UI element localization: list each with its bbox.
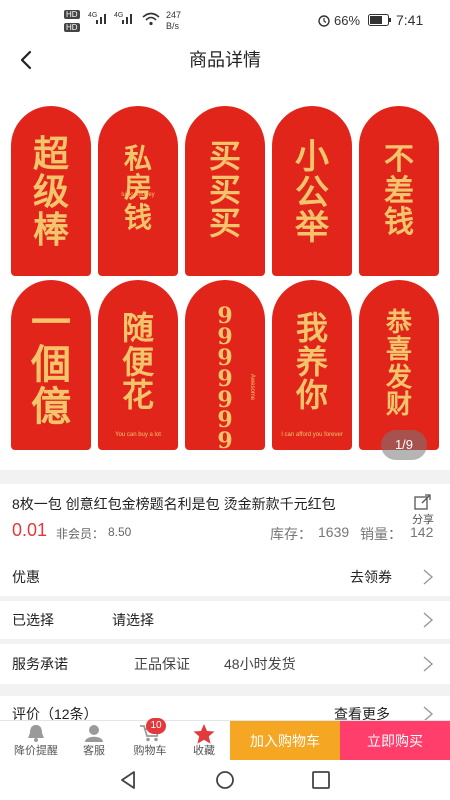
bell-icon <box>28 725 44 742</box>
sales-value: 142 <box>410 524 434 540</box>
customer-service-icon <box>85 725 103 742</box>
nav-bar: 商品详情 <box>0 40 450 80</box>
price-alert-tab[interactable]: 降价提醒 <box>8 721 64 761</box>
envelope-text: 私房钱 <box>123 142 152 234</box>
net-speed-value: 247 <box>166 10 182 20</box>
signal-icon-1 <box>96 14 106 24</box>
envelope-subtext: You can buy a lot <box>115 432 161 438</box>
battery-percent: 66% <box>334 13 361 28</box>
cart-tab[interactable]: 10 购物车 <box>124 718 176 761</box>
buy-now-button[interactable]: 立即购买 <box>340 721 450 761</box>
price: 0.01 <box>12 520 48 540</box>
battery-icon <box>368 14 391 26</box>
add-to-cart-label: 加入购物车 <box>250 733 320 749</box>
cart-label: 购物车 <box>133 745 167 757</box>
service-label: 服务承诺 <box>12 656 68 672</box>
price-alert-label: 降价提醒 <box>14 745 58 757</box>
coupon-link[interactable]: 去领券 <box>350 558 392 596</box>
selection-row[interactable]: 已选择 请选择 <box>0 601 450 639</box>
envelope-text: 随便花 <box>121 309 154 415</box>
signal-icon-2 <box>122 14 132 24</box>
net-speed-unit: B/s <box>166 21 180 31</box>
discount-row[interactable]: 优惠 去领券 <box>0 558 450 596</box>
envelope-text: 小公举 <box>295 137 329 249</box>
product-image-gallery[interactable]: 超级棒 私房钱 lucky money 买买买 小公举 不差钱 一個億 随便花 … <box>0 80 450 470</box>
service-item-genuine: 正品保证 <box>134 656 190 672</box>
envelope-text: 不差钱 <box>384 142 414 240</box>
selected-label: 已选择 <box>12 612 54 628</box>
system-home-icon[interactable] <box>215 770 235 790</box>
envelope-image: 我养你 I can afford you forever <box>272 280 352 450</box>
add-to-cart-button[interactable]: 加入购物车 <box>230 721 340 761</box>
service-item-shipping: 48小时发货 <box>224 656 296 672</box>
envelope-image: 随便花 You can buy a lot <box>98 280 178 450</box>
envelope-image: 私房钱 lucky money <box>98 106 178 276</box>
alarm-icon <box>318 15 330 27</box>
envelope-image: 一個億 <box>11 280 91 450</box>
favorite-tab[interactable]: 收藏 <box>182 721 226 761</box>
buy-now-label: 立即购买 <box>367 733 423 749</box>
chevron-right-icon <box>423 656 434 672</box>
system-navigation-bar <box>0 760 450 800</box>
envelope-image: 9999999 Awesome <box>185 280 265 450</box>
system-back-icon[interactable] <box>118 770 138 790</box>
envelope-image: 恭喜发财 <box>359 280 439 450</box>
member-price-label: 非会员： <box>56 527 105 541</box>
image-pager: 1/9 <box>381 430 427 460</box>
selected-value: 请选择 <box>112 612 154 628</box>
envelope-subtext: I can afford you forever <box>281 432 343 438</box>
discount-label: 优惠 <box>12 569 40 585</box>
envelope-subtext: Awesome <box>249 373 256 401</box>
product-info: 8枚一包 创意红包金榜题名利是包 烫金新款千元红包 分享 0.01 非会员： 8… <box>0 484 450 558</box>
star-icon <box>193 724 215 744</box>
stock-label: 库存： <box>270 526 312 542</box>
envelope-text: 超级棒 <box>32 133 69 251</box>
envelope-text: 一個億 <box>31 299 71 430</box>
system-recents-icon[interactable] <box>311 770 331 790</box>
chevron-right-icon <box>423 612 434 628</box>
product-title: 8枚一包 创意红包金榜题名利是包 烫金新款千元红包 <box>12 496 336 512</box>
status-bar: HD HD 4G 4G 247 B/s 66% 7:41 <box>0 0 450 40</box>
favorite-label: 收藏 <box>193 745 215 757</box>
envelope-subtext: lucky money <box>121 192 155 198</box>
envelope-text: 我养你 <box>295 309 328 415</box>
member-price: 8.50 <box>108 525 132 539</box>
share-button[interactable]: 分享 <box>406 492 440 528</box>
envelope-image: 小公举 <box>272 106 352 276</box>
clock: 7:41 <box>396 12 424 28</box>
envelope-image: 买买买 <box>185 106 265 276</box>
page-title: 商品详情 <box>189 50 261 70</box>
network-badge-2: HD <box>64 23 80 32</box>
sales-label: 销量： <box>360 526 402 542</box>
network-badge-1: HD <box>64 10 80 19</box>
customer-service-label: 客服 <box>83 745 105 757</box>
service-row[interactable]: 服务承诺 正品保证 48小时发货 <box>0 644 450 684</box>
chevron-right-icon <box>423 569 434 585</box>
customer-service-tab[interactable]: 客服 <box>72 721 116 761</box>
cart-badge: 10 <box>146 718 166 734</box>
stock-value: 1639 <box>318 524 350 540</box>
envelope-image: 超级棒 <box>11 106 91 276</box>
envelope-image: 不差钱 <box>359 106 439 276</box>
envelope-text: 恭喜发财 <box>385 308 412 420</box>
envelope-text: 9999999 <box>217 303 233 450</box>
bottom-action-bar: 降价提醒 客服 10 购物车 收藏 加入购物车 立即购买 <box>0 718 450 761</box>
wifi-icon <box>142 12 160 26</box>
share-icon <box>414 494 431 510</box>
envelope-text: 买买买 <box>208 137 241 243</box>
